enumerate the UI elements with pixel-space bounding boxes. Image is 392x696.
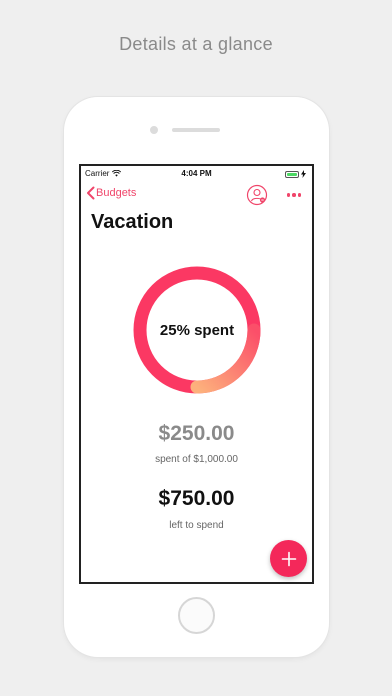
navigation-bar: Budgets [81, 184, 312, 208]
front-camera [150, 126, 158, 134]
clock: 4:04 PM [181, 169, 212, 178]
ellipsis-icon[interactable] [284, 187, 304, 203]
status-bar: Carrier 4:04 PM [81, 169, 312, 181]
battery-indicator [285, 170, 306, 178]
headline: Details at a glance [119, 34, 273, 54]
remaining-caption: left to spend [169, 520, 224, 531]
progress-label: 25% spent [159, 321, 235, 339]
back-label: Budgets [96, 187, 137, 199]
earpiece-speaker [172, 128, 220, 132]
charging-icon [301, 170, 306, 178]
spent-amount: $250.00 [158, 422, 235, 445]
app-screen: Carrier 4:04 PM Budgets Vacation 25% spe… [79, 164, 314, 584]
progress-ring: 25% spent [131, 264, 263, 396]
person-icon [246, 184, 268, 206]
share-profile-button[interactable] [246, 184, 268, 206]
battery-icon [285, 170, 299, 178]
plus-icon [281, 551, 296, 566]
add-expense-button[interactable] [270, 540, 307, 577]
budget-title: Vacation [91, 211, 174, 233]
spent-caption: spent of $1,000.00 [155, 454, 238, 465]
back-button[interactable]: Budgets [86, 186, 136, 200]
home-button[interactable] [178, 597, 215, 634]
chevron-left-icon [87, 186, 95, 200]
remaining-amount: $750.00 [158, 487, 235, 510]
